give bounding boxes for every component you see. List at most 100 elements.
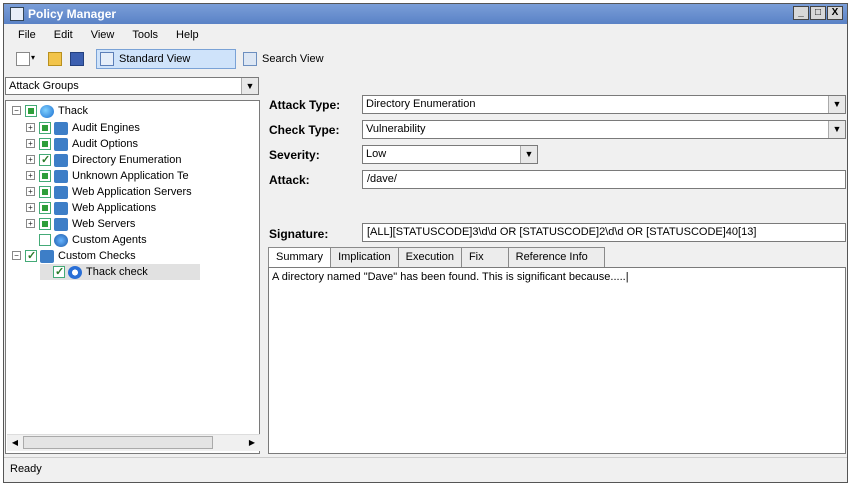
folder-icon xyxy=(54,218,68,231)
expand-icon[interactable]: + xyxy=(26,123,35,132)
tree-item-label: Web Application Servers xyxy=(72,186,192,198)
window-title: Policy Manager xyxy=(28,7,117,21)
tree-item-unknown-application[interactable]: + Unknown Application Te xyxy=(26,168,260,184)
menu-help[interactable]: Help xyxy=(176,25,199,45)
search-view-icon xyxy=(243,52,257,66)
tree-item-label: Directory Enumeration xyxy=(72,154,182,166)
tree-checkbox[interactable] xyxy=(39,218,51,230)
check-type-select[interactable]: Vulnerability ▼ xyxy=(362,120,846,139)
search-view-label: Search View xyxy=(262,53,324,65)
chevron-down-icon[interactable]: ▼ xyxy=(520,146,537,163)
tree-item-custom-checks[interactable]: − Custom Checks xyxy=(12,248,252,264)
tree-checkbox[interactable] xyxy=(39,152,51,168)
tree-item-thack[interactable]: − Thack xyxy=(12,103,252,119)
tree-checkbox[interactable] xyxy=(25,105,37,117)
tree-item-directory-enumeration[interactable]: + Directory Enumeration xyxy=(26,152,260,168)
collapse-icon[interactable]: − xyxy=(12,106,21,115)
check-type-value: Vulnerability xyxy=(366,123,426,135)
open-button[interactable] xyxy=(46,49,64,69)
tree-item-label: Web Servers xyxy=(72,218,136,230)
tree-item-web-application-servers[interactable]: + Web Application Servers xyxy=(26,184,260,200)
collapse-icon[interactable]: − xyxy=(12,251,21,260)
tree-item-web-applications[interactable]: + Web Applications xyxy=(26,200,260,216)
folder-open-icon xyxy=(48,52,62,66)
folder-icon xyxy=(54,138,68,151)
tree-checkbox[interactable] xyxy=(39,186,51,198)
horizontal-scrollbar[interactable]: ◀ ▶ xyxy=(7,434,260,451)
signature-input[interactable]: [ALL][STATUSCODE]3\d\d OR [STATUSCODE]2\… xyxy=(362,223,846,242)
tab-summary[interactable]: Summary xyxy=(268,247,332,268)
tree-checkbox[interactable] xyxy=(25,248,37,264)
tree-checkbox[interactable] xyxy=(39,202,51,214)
tree-item-label: Web Applications xyxy=(72,202,157,214)
tree-checkbox[interactable] xyxy=(39,170,51,182)
chevron-down-icon[interactable]: ▼ xyxy=(828,121,845,138)
scroll-thumb[interactable] xyxy=(23,436,213,449)
globe-icon xyxy=(40,105,54,118)
severity-select[interactable]: Low ▼ xyxy=(362,145,538,164)
folder-icon xyxy=(54,202,68,215)
tab-execution[interactable]: Execution xyxy=(397,247,462,267)
folder-icon xyxy=(54,122,68,135)
standard-view-button[interactable]: Standard View xyxy=(96,49,236,69)
expand-icon[interactable]: + xyxy=(26,219,35,228)
attack-groups-select[interactable]: Attack Groups ▼ xyxy=(5,77,259,95)
severity-value: Low xyxy=(366,148,387,160)
tree-view-icon xyxy=(100,52,114,66)
tab-implication[interactable]: Implication xyxy=(330,247,399,267)
signature-value: [ALL][STATUSCODE]3\d\d OR [STATUSCODE]2\… xyxy=(367,226,757,238)
new-button[interactable]: ▾ xyxy=(14,49,40,69)
tree-checkbox[interactable] xyxy=(39,122,51,134)
status-bar: Ready xyxy=(4,457,847,482)
tab-fix[interactable]: Fix xyxy=(460,247,509,267)
save-button[interactable] xyxy=(68,49,86,69)
tree-checkbox[interactable] xyxy=(53,264,65,280)
status-text: Ready xyxy=(10,463,42,475)
tree-item-custom-agents[interactable]: Custom Agents xyxy=(26,232,260,248)
check-icon xyxy=(68,266,82,279)
chevron-down-icon[interactable]: ▼ xyxy=(828,96,845,113)
maximize-button[interactable]: □ xyxy=(810,6,826,20)
tree-item-label: Audit Options xyxy=(72,138,139,150)
summary-textarea[interactable]: A directory named "Dave" has been found.… xyxy=(268,267,846,454)
attack-tree[interactable]: − Thack + Audit Engines + Audit Options … xyxy=(5,100,260,454)
close-button[interactable]: X xyxy=(827,6,843,20)
search-view-button[interactable]: Search View xyxy=(240,49,360,69)
app-icon xyxy=(10,7,24,21)
minimize-button[interactable]: _ xyxy=(793,6,809,20)
summary-text: A directory named "Dave" has been found.… xyxy=(272,271,629,283)
attack-type-select[interactable]: Directory Enumeration ▼ xyxy=(362,95,846,114)
standard-view-label: Standard View xyxy=(119,53,191,65)
folder-icon xyxy=(54,186,68,199)
tree-item-label: Unknown Application Te xyxy=(72,170,189,182)
chevron-down-icon[interactable]: ▼ xyxy=(241,78,258,94)
tree-item-label: Audit Engines xyxy=(72,122,140,134)
menu-tools[interactable]: Tools xyxy=(132,25,158,45)
tree-item-audit-options[interactable]: + Audit Options xyxy=(26,136,260,152)
menu-edit[interactable]: Edit xyxy=(54,25,73,45)
scroll-right-icon[interactable]: ▶ xyxy=(245,436,259,450)
attack-input[interactable]: /dave/ xyxy=(362,170,846,189)
scroll-left-icon[interactable]: ◀ xyxy=(8,436,22,450)
tree-item-web-servers[interactable]: + Web Servers xyxy=(26,216,260,232)
tab-reference-info[interactable]: Reference Info xyxy=(507,247,605,267)
folder-icon xyxy=(40,250,54,263)
menu-file[interactable]: File xyxy=(18,25,36,45)
tree-checkbox[interactable] xyxy=(39,234,51,246)
title-bar[interactable]: Policy Manager _ □ X xyxy=(4,4,847,24)
expand-icon[interactable]: + xyxy=(26,155,35,164)
tree-item-thack-check[interactable]: Thack check xyxy=(40,264,200,280)
tree-item-label: Custom Checks xyxy=(58,250,136,262)
tree-checkbox[interactable] xyxy=(39,138,51,150)
menu-bar: File Edit View Tools Help xyxy=(4,25,847,45)
expand-icon[interactable]: + xyxy=(26,171,35,180)
left-pane: Attack Groups ▼ − Thack + Audit Engines … xyxy=(4,74,261,454)
expand-icon[interactable]: + xyxy=(26,187,35,196)
attack-label: Attack: xyxy=(269,173,310,187)
save-icon xyxy=(70,52,84,66)
expand-icon[interactable]: + xyxy=(26,139,35,148)
menu-view[interactable]: View xyxy=(91,25,115,45)
policy-manager-window: Policy Manager _ □ X File Edit View Tool… xyxy=(3,3,848,483)
expand-icon[interactable]: + xyxy=(26,203,35,212)
tree-item-audit-engines[interactable]: + Audit Engines xyxy=(26,120,260,136)
